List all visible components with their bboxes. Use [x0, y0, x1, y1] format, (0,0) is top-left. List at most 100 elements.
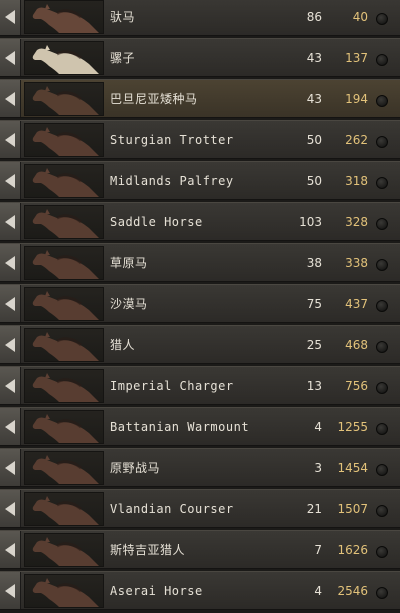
horse-name: 驮马	[110, 10, 136, 24]
select-indicator-icon[interactable]	[376, 218, 388, 230]
horse-name: Sturgian Trotter	[110, 132, 234, 147]
horse-name: 骡子	[110, 51, 136, 65]
left-arrow-icon	[5, 420, 15, 434]
transfer-arrow-button[interactable]	[0, 531, 21, 568]
select-indicator-icon[interactable]	[376, 259, 388, 271]
select-indicator-icon[interactable]	[376, 546, 388, 558]
left-arrow-icon	[5, 51, 15, 65]
horse-icon	[24, 492, 104, 526]
horse-price: 328	[345, 214, 368, 229]
horse-row[interactable]: 沙漠马 75 437	[0, 284, 400, 323]
transfer-arrow-button[interactable]	[0, 162, 21, 199]
left-arrow-icon	[5, 133, 15, 147]
horse-row[interactable]: 巴旦尼亚矮种马 43 194	[0, 79, 400, 118]
horse-row[interactable]: 草原马 38 338	[0, 243, 400, 282]
transfer-arrow-button[interactable]	[0, 203, 21, 240]
horse-stat: 103	[299, 214, 322, 229]
horse-row[interactable]: Battanian Warmount 4 1255	[0, 407, 400, 446]
horse-icon	[24, 41, 104, 75]
select-indicator-icon[interactable]	[376, 587, 388, 599]
horse-name: Saddle Horse	[110, 214, 203, 229]
transfer-arrow-button[interactable]	[0, 408, 21, 445]
horse-price: 40	[352, 9, 368, 24]
horse-stat: 43	[306, 50, 322, 65]
horse-price: 137	[345, 50, 368, 65]
horse-name: 斯特吉亚猎人	[110, 543, 186, 557]
horse-price: 1255	[337, 419, 368, 434]
select-indicator-icon[interactable]	[376, 382, 388, 394]
horse-name: Vlandian Courser	[110, 501, 234, 516]
left-arrow-icon	[5, 379, 15, 393]
left-arrow-icon	[5, 338, 15, 352]
horse-price: 338	[345, 255, 368, 270]
horse-stat: 75	[306, 296, 322, 311]
transfer-arrow-button[interactable]	[0, 367, 21, 404]
select-indicator-icon[interactable]	[376, 464, 388, 476]
horse-stat: 3	[314, 460, 322, 475]
transfer-arrow-button[interactable]	[0, 572, 21, 609]
transfer-arrow-button[interactable]	[0, 244, 21, 281]
horse-icon	[24, 246, 104, 280]
horse-row[interactable]: Sturgian Trotter 50 262	[0, 120, 400, 159]
select-indicator-icon[interactable]	[376, 13, 388, 25]
left-arrow-icon	[5, 297, 15, 311]
horse-list: 驮马 86 40 骡子 43 137 巴旦尼亚矮种马 43 194 Sturgian Trotte…	[0, 0, 400, 613]
horse-icon	[24, 123, 104, 157]
select-indicator-icon[interactable]	[376, 505, 388, 517]
horse-price: 194	[345, 91, 368, 106]
select-indicator-icon[interactable]	[376, 54, 388, 66]
select-indicator-icon[interactable]	[376, 341, 388, 353]
horse-price: 1454	[337, 460, 368, 475]
horse-row[interactable]: 骡子 43 137	[0, 38, 400, 77]
select-indicator-icon[interactable]	[376, 136, 388, 148]
horse-name: Aserai Horse	[110, 583, 203, 598]
horse-icon	[24, 328, 104, 362]
horse-row[interactable]: 斯特吉亚猎人 7 1626	[0, 530, 400, 569]
select-indicator-icon[interactable]	[376, 300, 388, 312]
horse-stat: 50	[306, 132, 322, 147]
horse-name: Midlands Palfrey	[110, 173, 234, 188]
horse-row[interactable]: Imperial Charger 13 756	[0, 366, 400, 405]
transfer-arrow-button[interactable]	[0, 121, 21, 158]
horse-stat: 13	[306, 378, 322, 393]
horse-name: 沙漠马	[110, 297, 148, 311]
horse-name: Imperial Charger	[110, 378, 234, 393]
horse-icon	[24, 164, 104, 198]
left-arrow-icon	[5, 461, 15, 475]
horse-row[interactable]: 原野战马 3 1454	[0, 448, 400, 487]
horse-stat: 38	[306, 255, 322, 270]
transfer-arrow-button[interactable]	[0, 449, 21, 486]
select-indicator-icon[interactable]	[376, 177, 388, 189]
horse-price: 756	[345, 378, 368, 393]
transfer-arrow-button[interactable]	[0, 39, 21, 76]
left-arrow-icon	[5, 92, 15, 106]
transfer-arrow-button[interactable]	[0, 0, 21, 35]
transfer-arrow-button[interactable]	[0, 490, 21, 527]
horse-icon	[24, 82, 104, 116]
horse-row[interactable]: 驮马 86 40	[0, 0, 400, 36]
horse-icon	[24, 287, 104, 321]
horse-stat: 4	[314, 583, 322, 598]
select-indicator-icon[interactable]	[376, 95, 388, 107]
left-arrow-icon	[5, 174, 15, 188]
horse-stat: 86	[306, 9, 322, 24]
horse-price: 468	[345, 337, 368, 352]
left-arrow-icon	[5, 10, 15, 24]
transfer-arrow-button[interactable]	[0, 80, 21, 117]
horse-row[interactable]: Midlands Palfrey 50 318	[0, 161, 400, 200]
select-indicator-icon[interactable]	[376, 423, 388, 435]
horse-row[interactable]: Vlandian Courser 21 1507	[0, 489, 400, 528]
horse-stat: 43	[306, 91, 322, 106]
horse-stat: 21	[306, 501, 322, 516]
horse-price: 318	[345, 173, 368, 188]
horse-icon	[24, 533, 104, 567]
transfer-arrow-button[interactable]	[0, 326, 21, 363]
horse-row[interactable]: Saddle Horse 103 328	[0, 202, 400, 241]
transfer-arrow-button[interactable]	[0, 285, 21, 322]
horse-row[interactable]: 猎人 25 468	[0, 325, 400, 364]
horse-icon	[24, 205, 104, 239]
horse-stat: 7	[314, 542, 322, 557]
horse-row[interactable]: Aserai Horse 4 2546	[0, 571, 400, 610]
left-arrow-icon	[5, 256, 15, 270]
left-arrow-icon	[5, 502, 15, 516]
